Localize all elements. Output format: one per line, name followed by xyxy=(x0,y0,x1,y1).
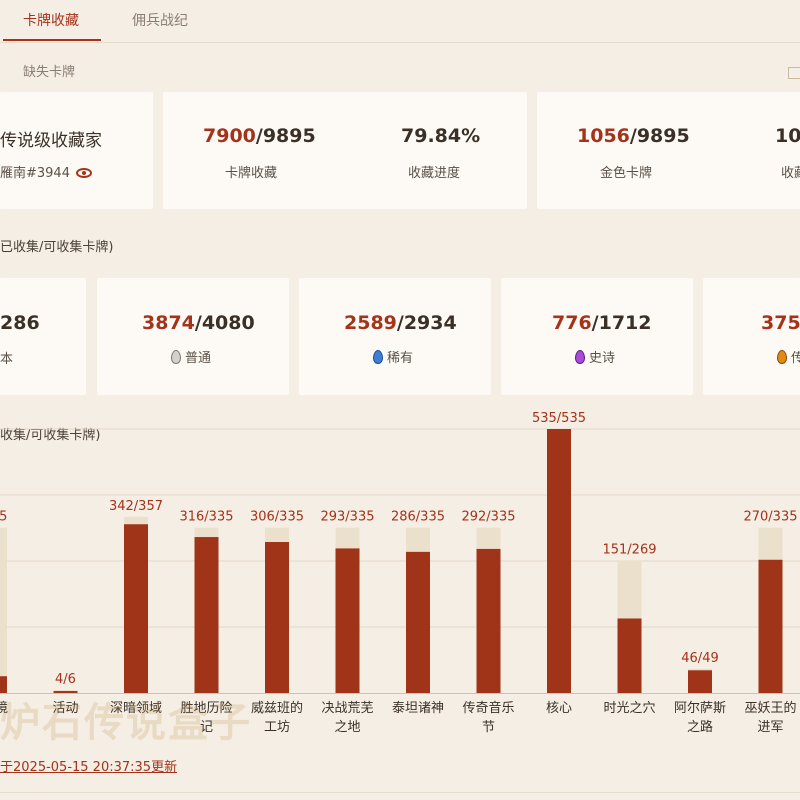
rarity-card-common: 3874/4080 普通 xyxy=(97,278,289,395)
tab-bar xyxy=(0,0,800,43)
bar-value-label: 342/357 xyxy=(109,499,163,514)
bar-category-label: 泰坦诸神 xyxy=(392,701,444,716)
collection-count: 7900/9895 xyxy=(203,125,316,147)
bar-remaining xyxy=(0,527,7,693)
watermark-logo: 炉石传说盒子 xyxy=(0,699,252,746)
progress-label: 收藏进度 xyxy=(408,166,461,181)
rarity-legendary-count: 375/ xyxy=(761,312,800,334)
bar-value-label: 270/335 xyxy=(743,510,797,525)
bar-value-label: 4/6 xyxy=(55,672,76,687)
rarity-legendary-row: 传 xyxy=(777,347,800,366)
bar-value-label: 306/335 xyxy=(250,510,304,525)
bar-category-label: 阿尔萨斯 xyxy=(674,701,726,716)
rarity-rare-count: 2589/2934 xyxy=(344,312,457,334)
checkbox[interactable] xyxy=(788,67,800,79)
bar-category-label: 之路 xyxy=(687,719,713,735)
legendary-gem-icon xyxy=(777,350,787,364)
collection-summary-card: 7900/9895 卡牌收藏 79.84% 收藏进度 xyxy=(163,92,527,209)
collector-title: 传说级收藏家 xyxy=(0,131,102,151)
golden-count: 1056/9895 xyxy=(577,125,690,147)
rarity-card-legendary: 375/ 传 xyxy=(703,278,800,395)
bar-value-label: 535/535 xyxy=(532,411,586,426)
bar-category-label: 节 xyxy=(482,720,495,735)
bar-owned xyxy=(265,542,289,693)
bar-value-label: 292/335 xyxy=(461,510,515,525)
bar-owned xyxy=(476,548,501,693)
epic-gem-icon xyxy=(575,350,585,364)
bar-value-label: 335 xyxy=(0,510,7,525)
rarity-card-epic: 776/1712 史诗 xyxy=(501,278,693,395)
bar-category-label: 传奇音乐 xyxy=(462,700,514,716)
bar-owned xyxy=(617,618,642,693)
active-tab-indicator xyxy=(3,39,101,41)
collection-progress: 79.84% xyxy=(401,125,481,147)
golden-progress-label: 收藏 xyxy=(781,166,800,181)
bar-category-label: 工坊 xyxy=(264,720,290,735)
bar-value-label: 293/335 xyxy=(320,510,374,525)
rarity-partial-label: 本 xyxy=(0,352,14,367)
bar-value-label: 151/269 xyxy=(602,542,656,557)
bar-category-label: 决战荒芜 xyxy=(321,701,373,716)
bar-category-label: 进军 xyxy=(757,720,783,735)
player-tag-row: 雁南#3944 xyxy=(0,162,92,181)
rarity-section-title: 已收集/可收集卡牌) xyxy=(0,240,114,255)
rarity-partial-count: 286 xyxy=(0,312,40,334)
tab-card-collection[interactable]: 卡牌收藏 xyxy=(23,10,79,30)
rarity-card-rare: 2589/2934 稀有 xyxy=(299,278,491,395)
bar-category-label: 威兹班的 xyxy=(251,700,303,716)
player-tag: 雁南#3944 xyxy=(0,166,70,181)
rarity-epic-row: 史诗 xyxy=(575,347,615,366)
golden-progress: 10 xyxy=(775,125,800,147)
eye-icon[interactable] xyxy=(75,168,92,178)
rarity-common-count: 3874/4080 xyxy=(142,312,255,334)
rarity-common-row: 普通 xyxy=(171,347,211,366)
tab-mercenaries[interactable]: 佣兵战纪 xyxy=(132,10,188,30)
golden-label: 金色卡牌 xyxy=(600,166,653,181)
collection-label: 卡牌收藏 xyxy=(225,166,278,181)
bar-value-label: 46/49 xyxy=(681,651,718,666)
missing-cards-link[interactable]: 缺失卡牌 xyxy=(23,61,75,80)
bar-owned xyxy=(547,429,571,693)
bar-owned xyxy=(406,551,430,693)
rare-gem-icon xyxy=(373,350,383,364)
bar-owned xyxy=(335,548,360,693)
bar-owned xyxy=(758,559,783,693)
rarity-card-partial: 286 本 xyxy=(0,278,86,395)
rarity-epic-count: 776/1712 xyxy=(552,312,652,334)
golden-summary-card: 1056/9895 金色卡牌 10 收藏 xyxy=(537,92,800,209)
bar-value-label: 286/335 xyxy=(391,510,445,525)
footer-divider xyxy=(0,792,800,793)
bar-value-label: 316/335 xyxy=(179,510,233,525)
profile-card: 传说级收藏家 雁南#3944 xyxy=(0,92,153,209)
update-time-link[interactable]: 于2025-05-15 20:37:35更新 xyxy=(0,756,177,775)
bar-category-label: 之地 xyxy=(334,720,360,735)
bar-category-label: 时光之穴 xyxy=(603,701,655,716)
common-gem-icon xyxy=(171,350,181,364)
bar-category-label: 巫妖王的 xyxy=(744,700,796,716)
bar-category-label: 核心 xyxy=(546,701,572,716)
rarity-rare-row: 稀有 xyxy=(373,347,413,366)
bar-owned xyxy=(688,670,712,693)
bar-owned xyxy=(194,537,219,693)
bar-owned xyxy=(124,524,148,693)
